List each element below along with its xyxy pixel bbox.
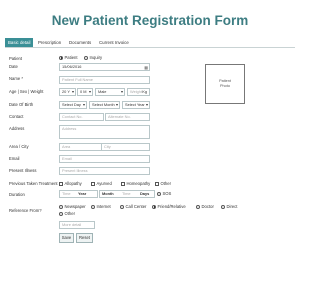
tab-prescription[interactable]: Prescription — [35, 38, 64, 47]
name-label: Name * — [9, 76, 23, 81]
dob-label: Date Of Birth — [9, 102, 34, 107]
radio-unchecked-icon — [91, 204, 95, 209]
sex-select[interactable]: Male ▾ — [95, 88, 125, 96]
age-sex-weight-label: Age | Sex | Weight — [9, 89, 44, 94]
tab-current-invoice[interactable]: Current Invoice — [96, 38, 132, 47]
name-input[interactable]: Patient Full Name — [59, 76, 150, 84]
reference-from-label: Reference From? — [9, 208, 42, 213]
area-city-label: Area / City — [9, 144, 29, 149]
weight-input[interactable]: Weight Kg — [127, 88, 150, 96]
area-input[interactable]: Area — [59, 143, 104, 151]
sos-radio[interactable]: SOS — [157, 191, 171, 196]
patient-radio[interactable]: Patient — [59, 55, 78, 60]
reference-doctor-radio[interactable]: Doctor — [196, 204, 214, 209]
other-treatment-checkbox[interactable]: Other — [155, 181, 171, 186]
checkbox-icon — [91, 181, 95, 186]
reference-call-center-radio[interactable]: Call Center — [120, 204, 146, 209]
present-illness-label: Present Illness — [9, 168, 37, 173]
radio-checked-icon — [152, 204, 156, 209]
age-year-select[interactable]: 20 Y ▾ — [59, 88, 76, 96]
email-label: Email — [9, 156, 20, 161]
alternate-contact-input[interactable]: Alternate No. — [105, 113, 150, 121]
ayurved-checkbox[interactable]: Ayurved — [91, 181, 112, 186]
age-month-select[interactable]: 0 M ▾ — [77, 88, 93, 96]
dob-month-select[interactable]: Select Month ▾ — [89, 101, 120, 109]
radio-unchecked-icon — [84, 55, 88, 60]
save-button[interactable]: Save — [59, 233, 74, 243]
tab-documents[interactable]: Documents — [66, 38, 94, 47]
reference-other-radio[interactable]: Other — [59, 211, 75, 216]
city-input[interactable]: City — [101, 143, 150, 151]
email-input[interactable]: Email — [59, 155, 150, 163]
date-field[interactable]: 15/06/2016 ▦ — [59, 63, 150, 71]
calendar-icon[interactable]: ▦ — [144, 65, 148, 71]
radio-unchecked-icon — [196, 204, 200, 209]
radio-checked-icon — [59, 55, 63, 60]
reference-friend-relative-radio[interactable]: Friend/Relative — [152, 204, 186, 209]
address-label: Address — [9, 126, 25, 131]
contact-input[interactable]: Contact No. — [59, 113, 104, 121]
radio-unchecked-icon — [120, 204, 124, 209]
patient-photo-placeholder[interactable]: Patient Photo — [205, 64, 245, 104]
allopathy-checkbox[interactable]: Allopathy — [59, 181, 82, 186]
checkbox-icon — [59, 181, 63, 186]
address-input[interactable]: Address — [59, 125, 150, 139]
radio-unchecked-icon — [59, 211, 63, 216]
reference-direct-radio[interactable]: Direct — [221, 204, 237, 209]
radio-unchecked-icon — [221, 204, 225, 209]
reset-button[interactable]: Reset — [76, 233, 93, 243]
date-label: Date — [9, 64, 18, 69]
dob-year-select[interactable]: Select Year ▾ — [122, 101, 150, 109]
dob-day-select[interactable]: Select Day ▾ — [59, 101, 87, 109]
checkbox-icon — [155, 181, 159, 186]
tab-bar: Basic detail Prescription Documents Curr… — [5, 38, 295, 48]
patient-label: Patient — [9, 56, 23, 61]
reference-internet-radio[interactable]: Internet — [91, 204, 111, 209]
present-illness-input[interactable]: Present Illness — [59, 167, 150, 175]
weight-unit: Kg — [142, 89, 147, 94]
photo-caption-line2: Photo — [220, 84, 230, 88]
checkbox-icon — [121, 181, 125, 186]
reference-newspaper-radio[interactable]: Newspaper — [59, 204, 86, 209]
more-detail-input[interactable]: More detail — [59, 221, 95, 229]
previous-treatment-label: Previous Taken Treatment — [9, 181, 58, 186]
duration-month-days-field[interactable]: Month Time Days — [99, 190, 155, 198]
radio-unchecked-icon — [59, 204, 63, 209]
duration-label: Duration — [9, 192, 25, 197]
inquiry-radio[interactable]: Inquiry — [84, 55, 102, 60]
duration-year-field[interactable]: Time Year — [59, 190, 98, 198]
radio-unchecked-icon — [157, 191, 161, 196]
page-title: New Patient Registration Form — [51, 13, 249, 28]
tab-basic-detail[interactable]: Basic detail — [5, 38, 33, 47]
homeopathy-checkbox[interactable]: Homeopathy — [121, 181, 150, 186]
contact-label: Contact — [9, 114, 24, 119]
